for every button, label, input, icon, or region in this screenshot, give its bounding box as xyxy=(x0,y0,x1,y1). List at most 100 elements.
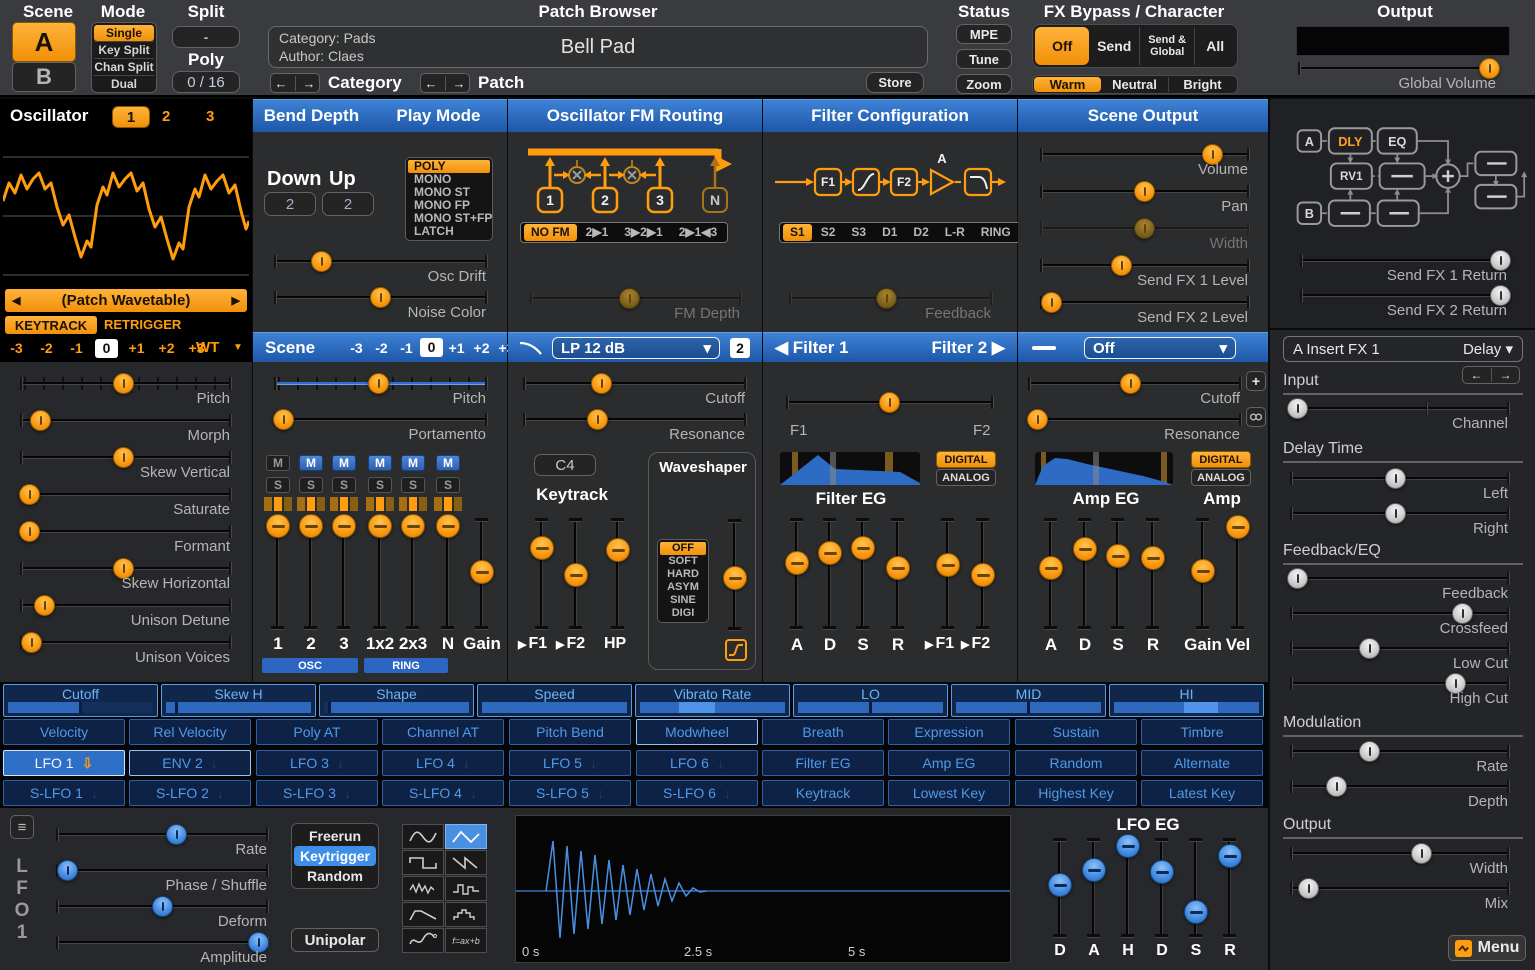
filter-eg-display[interactable] xyxy=(780,452,920,485)
mod-source-slfo4[interactable]: S-LFO 4↓ xyxy=(382,780,504,806)
fx-rate-slider[interactable]: Rate xyxy=(1292,741,1508,775)
filter2-nav[interactable]: Filter 2 ▶ xyxy=(931,338,1005,358)
lfo-waveform-display[interactable]: 0 s 2.5 s 5 s xyxy=(515,815,1011,963)
osc-drift-slider[interactable]: Osc Drift xyxy=(276,251,486,285)
send-fx2-return-slider[interactable]: Send FX 2 Return xyxy=(1302,285,1507,319)
filter2-resonance-slider[interactable]: Resonance xyxy=(1030,409,1240,443)
fx-crossfeed-slider[interactable]: Crossfeed xyxy=(1292,603,1508,637)
wavetable-selector[interactable]: ◀ (Patch Wavetable) ▶ xyxy=(5,289,247,312)
osc-unison-detune-slider[interactable]: Unison Detune xyxy=(22,595,230,629)
filter-config-s2[interactable]: S2 xyxy=(814,224,843,241)
scene-oct-+2[interactable]: +2 xyxy=(470,340,493,356)
portamento-slider[interactable]: Portamento xyxy=(276,409,486,443)
category-prev-icon[interactable]: ← xyxy=(275,76,288,91)
filter-eg-analog[interactable]: ANALOG xyxy=(936,469,996,486)
mod-source-filter-eg[interactable]: Filter EG xyxy=(762,750,884,776)
scene-width-slider[interactable]: Width xyxy=(1042,218,1248,252)
mod-target-cutoff[interactable]: Cutoff xyxy=(3,684,158,717)
mod-source-pitch-bend[interactable]: Pitch Bend xyxy=(509,719,631,745)
filter-config-d1[interactable]: D1 xyxy=(875,224,904,241)
mod-source-slfo2[interactable]: S-LFO 2↓ xyxy=(129,780,251,806)
fm-mode-nofm[interactable]: NO FM xyxy=(524,224,577,241)
mixer-level-3[interactable] xyxy=(330,518,358,630)
lfo-eg-attack[interactable] xyxy=(1080,838,1108,938)
character-neutral[interactable]: Neutral xyxy=(1101,77,1168,92)
lfo-eg-delay[interactable] xyxy=(1046,838,1074,938)
osc-type-wt[interactable]: WT xyxy=(196,339,219,356)
lfo-eg-hold[interactable] xyxy=(1114,838,1142,938)
mod-source-expression[interactable]: Expression xyxy=(888,719,1010,745)
mpe-button[interactable]: MPE xyxy=(956,24,1012,44)
amp-eg-attack[interactable] xyxy=(1037,518,1065,630)
scene-oct--2[interactable]: -2 xyxy=(370,340,393,356)
patch-next-icon[interactable]: → xyxy=(445,76,466,91)
mode-dual[interactable]: Dual xyxy=(94,75,154,92)
lfo-menu-icon[interactable]: ≡ xyxy=(10,815,34,839)
mod-source-lfo1[interactable]: LFO 1⇩ xyxy=(3,750,125,776)
lfo-eg-decay[interactable] xyxy=(1148,838,1176,938)
waveshaper-drive-slider[interactable] xyxy=(721,519,749,631)
mixer-level-n[interactable] xyxy=(434,518,462,630)
keytrack-root-note[interactable]: C4 xyxy=(534,454,596,476)
scene-volume-slider[interactable]: Volume xyxy=(1042,144,1248,178)
scene-oct-0[interactable]: 0 xyxy=(420,338,443,357)
mixer-level-2x3[interactable] xyxy=(399,518,427,630)
mixer-route-3[interactable] xyxy=(330,497,358,511)
mixer-mute-2x3[interactable]: M xyxy=(401,455,425,471)
mod-source-timbre[interactable]: Timbre xyxy=(1141,719,1263,745)
fx-bypass-off[interactable]: Off xyxy=(1035,27,1089,65)
fx-width-slider[interactable]: Width xyxy=(1292,843,1508,877)
filter-config-lr[interactable]: L-R xyxy=(938,224,972,241)
mod-source-highest-key[interactable]: Highest Key xyxy=(1015,780,1137,806)
mod-target-lo[interactable]: LO xyxy=(793,684,948,717)
mod-source-velocity[interactable]: Velocity xyxy=(3,719,125,745)
mode-chan-split[interactable]: Chan Split xyxy=(94,58,154,75)
fx-slot-header[interactable]: A Insert FX 1 Delay ▾ xyxy=(1283,336,1523,362)
mixer-solo-3[interactable]: S xyxy=(332,477,356,493)
wavetable-next-icon[interactable]: ▶ xyxy=(232,294,240,307)
mod-source-amp-eg[interactable]: Amp EG xyxy=(888,750,1010,776)
mod-target-hi[interactable]: HI xyxy=(1109,684,1264,717)
osc-skew-vertical-slider[interactable]: Skew Vertical xyxy=(22,447,230,481)
mod-source-latest-key[interactable]: Latest Key xyxy=(1141,780,1263,806)
waveshaper-off[interactable]: OFF xyxy=(660,542,706,555)
filter-eg-digital[interactable]: DIGITAL xyxy=(936,451,996,468)
lfo-trigger-keytrigger[interactable]: Keytrigger xyxy=(294,846,376,866)
mixer-level-1[interactable] xyxy=(264,518,292,630)
fx-feedback-slider[interactable]: Feedback xyxy=(1292,568,1508,602)
waveshaper-analyze-icon[interactable] xyxy=(725,639,747,661)
waveshaper-soft[interactable]: SOFT xyxy=(660,555,706,568)
scene-sendfx1-slider[interactable]: Send FX 1 Level xyxy=(1042,255,1248,289)
lfo-phase-slider[interactable]: Phase / Shuffle xyxy=(58,860,267,894)
mod-source-lfo3[interactable]: LFO 3↓ xyxy=(256,750,378,776)
filter-feedback-slider[interactable]: Feedback xyxy=(791,288,991,322)
filter-eg-release[interactable] xyxy=(884,518,912,630)
lfo-shape-saw[interactable] xyxy=(445,850,487,875)
mod-source-lfo6[interactable]: LFO 6↓ xyxy=(636,750,758,776)
osc-saturate-slider[interactable]: Saturate xyxy=(22,484,230,518)
amp-gain-slider[interactable] xyxy=(1189,518,1217,630)
osc-octave-selector[interactable]: -3 -2 -1 0 +1 +2 +3 xyxy=(5,338,208,358)
fx-bypass-send-global[interactable]: Send & Global xyxy=(1139,27,1195,65)
mixer-solo-2[interactable]: S xyxy=(299,477,323,493)
osc-oct--2[interactable]: -2 xyxy=(35,340,58,356)
scene-sendfx2-slider[interactable]: Send FX 2 Level xyxy=(1042,292,1248,326)
mod-source-breath[interactable]: Breath xyxy=(762,719,884,745)
patch-browser[interactable]: Category: Pads Author: Claes Bell Pad xyxy=(268,26,928,68)
lfo-eg-sustain[interactable] xyxy=(1182,838,1210,938)
wavetable-display[interactable] xyxy=(3,149,249,287)
osc-oct-+2[interactable]: +2 xyxy=(155,340,178,356)
mod-source-slfo6[interactable]: S-LFO 6↓ xyxy=(636,780,758,806)
mixer-solo-2x3[interactable]: S xyxy=(401,477,425,493)
filter1-resonance-slider[interactable]: Resonance xyxy=(525,409,745,443)
filter2-link-button[interactable] xyxy=(1246,407,1266,427)
fm-routing-diagram[interactable]: 1 2 3 N xyxy=(520,142,750,222)
mod-target-vibrato-rate[interactable]: Vibrato Rate xyxy=(635,684,790,717)
lfo-trigger-random[interactable]: Random xyxy=(294,866,376,886)
osc-oct--1[interactable]: -1 xyxy=(65,340,88,356)
fx-bypass-send[interactable]: Send xyxy=(1089,27,1139,65)
filter1-cutoff-slider[interactable]: Cutoff xyxy=(525,373,745,407)
filter1-subtype[interactable]: 2 xyxy=(730,338,750,358)
mod-source-poly-at[interactable]: Poly AT xyxy=(256,719,378,745)
split-point-button[interactable]: - xyxy=(172,26,240,48)
